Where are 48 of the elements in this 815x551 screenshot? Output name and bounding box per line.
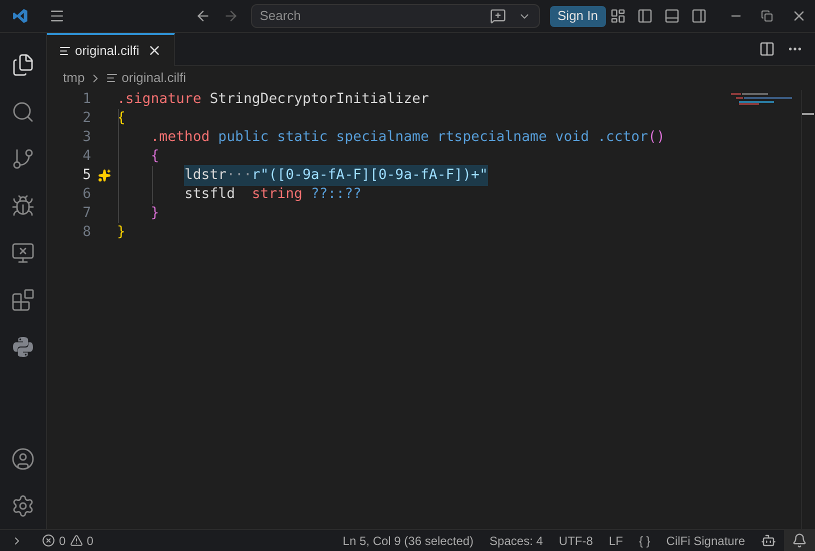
restore-icon[interactable]	[761, 10, 773, 22]
code-line: {	[150, 147, 160, 166]
bell-icon[interactable]	[784, 530, 815, 551]
code-line: }	[150, 204, 160, 223]
panel-right-icon[interactable]	[691, 8, 707, 24]
line-number: 3	[82, 128, 91, 147]
line-number: 1	[82, 90, 91, 109]
python-icon	[11, 334, 35, 358]
file-lines-icon	[59, 44, 71, 56]
breadcrumb-item[interactable]: tmp	[63, 68, 85, 88]
layout-icon[interactable]	[610, 8, 626, 24]
tab-label: original.cilfi	[75, 42, 140, 60]
panel-bottom-icon[interactable]	[664, 8, 680, 24]
sign-in-button[interactable]: Sign In	[550, 6, 606, 26]
problems-status[interactable]: 0 0	[34, 532, 102, 550]
error-icon	[42, 534, 55, 547]
code-line: .method public static specialname rtspecialname void .cctor()	[150, 128, 665, 147]
forward-button[interactable]	[222, 8, 239, 24]
code-line: stsfld string ??::??	[184, 185, 362, 204]
file-lines-icon	[106, 72, 118, 84]
line-number: 7	[82, 204, 91, 223]
status-item[interactable]: Spaces: 4	[482, 532, 551, 550]
back-button[interactable]	[194, 8, 211, 24]
line-number: 2	[82, 109, 91, 128]
sparkle-icon[interactable]	[98, 169, 110, 182]
status-item[interactable]: CilFi Signature	[658, 532, 753, 550]
split-editor-icon[interactable]	[759, 41, 775, 57]
line-number: 8	[82, 223, 91, 242]
code-line: }	[117, 223, 126, 242]
warning-icon	[70, 534, 83, 547]
panel-left-icon[interactable]	[637, 8, 653, 24]
line-number: 6	[82, 185, 91, 204]
editor-tab[interactable]: original.cilfi	[47, 33, 176, 66]
status-item[interactable]: LF	[600, 532, 631, 550]
search-field[interactable]: Search	[260, 6, 490, 26]
chat-icon[interactable]	[490, 8, 506, 24]
line-number: 5	[82, 166, 91, 185]
status-item[interactable]: Ln 5, Col 9 (36 selected)	[334, 532, 482, 550]
scrollbar-marker	[802, 113, 814, 115]
status-item[interactable]: UTF-8	[550, 532, 601, 550]
status-item[interactable]: { }	[630, 532, 658, 550]
menu-button[interactable]	[48, 8, 65, 24]
app-logo-icon	[12, 7, 29, 25]
line-number: 4	[82, 147, 91, 166]
code-line: {	[117, 109, 126, 128]
breadcrumb-item[interactable]: original.cilfi	[122, 68, 186, 88]
search-bar[interactable]: Search	[250, 4, 540, 28]
code-line: .signature StringDecryptorInitializer	[117, 90, 429, 109]
